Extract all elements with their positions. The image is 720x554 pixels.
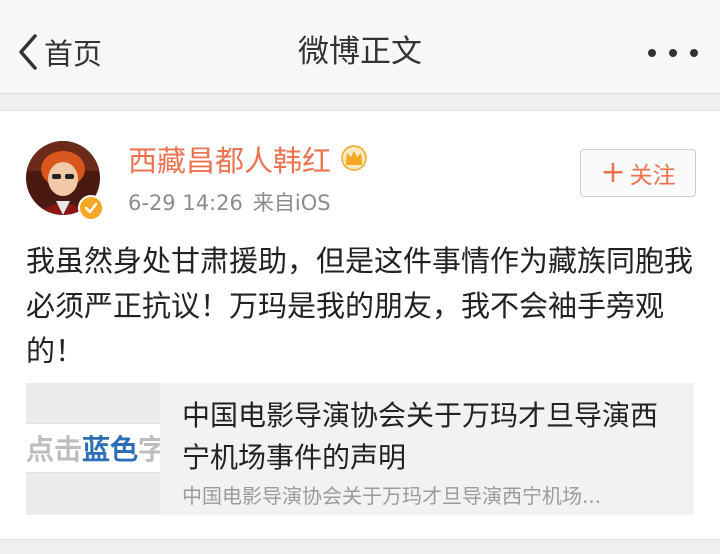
- follow-label: 关注: [629, 163, 676, 189]
- thumb-text-tail: 字: [138, 433, 160, 466]
- follow-button[interactable]: + 关注: [580, 149, 696, 197]
- status-bar: [0, 0, 720, 14]
- link-title: 中国电影导演协会关于万玛才旦导演西宁机场事件的声明: [182, 399, 659, 474]
- username: 西藏昌都人韩红: [128, 144, 332, 178]
- thumb-text-blue: 蓝色: [82, 433, 139, 466]
- post-source: 来自iOS: [252, 191, 331, 215]
- post-text: 我虽然身处甘肃援助，但是这件事情作为藏族同胞我必须严正抗议！万玛是我的朋友，我不…: [26, 244, 694, 368]
- post-meta: 6-29 14:26 来自iOS: [128, 189, 331, 217]
- more-icon[interactable]: [648, 38, 698, 68]
- verified-icon: [78, 195, 104, 221]
- link-description: 中国电影导演协会关于万玛才旦导演西宁机场...: [182, 484, 602, 508]
- nav-bar: 首页 微博正文: [0, 14, 720, 94]
- username-link[interactable]: 西藏昌都人韩红: [128, 141, 369, 181]
- link-card[interactable]: 点击 蓝色 字 中国电影导演协会关于万玛才旦导演西宁机场事件的声明 中国电影导演…: [26, 383, 694, 515]
- crown-icon: [339, 141, 369, 181]
- page-title: 微博正文: [298, 34, 422, 70]
- plus-icon: +: [600, 155, 626, 190]
- timestamp: 6-29 14:26: [128, 191, 243, 215]
- post-card: 西藏昌都人韩红 6-29 14:26 来自iOS + 关注 我虽然身处甘肃援助，…: [0, 110, 720, 540]
- link-thumbnail: 点击 蓝色 字: [26, 383, 160, 515]
- thumb-text-gray: 点击: [26, 433, 83, 466]
